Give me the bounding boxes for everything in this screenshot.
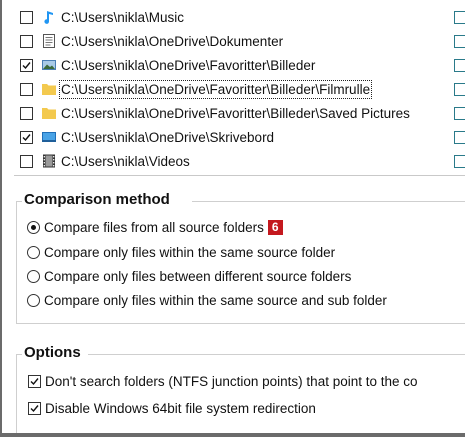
folder-row[interactable]: C:\Users\nikla\OneDrive\Favoritter\Bille… bbox=[14, 78, 465, 101]
comparison-method-title: Comparison method bbox=[24, 191, 174, 209]
subfolder-checkbox[interactable] bbox=[454, 59, 465, 72]
folder-row[interactable]: C:\Users\nikla\OneDrive\Dokumenter bbox=[14, 30, 465, 53]
subfolder-checkbox[interactable] bbox=[454, 35, 465, 48]
radio-button[interactable] bbox=[27, 270, 40, 283]
folder-checkbox[interactable] bbox=[20, 131, 33, 144]
group-border bbox=[88, 354, 465, 355]
folder-row[interactable]: C:\Users\nikla\OneDrive\Skrivebord bbox=[14, 126, 465, 149]
folder-checkbox[interactable] bbox=[20, 11, 33, 24]
folder-path: C:\Users\nikla\Videos bbox=[61, 154, 190, 169]
options-title: Options bbox=[24, 344, 85, 362]
group-border bbox=[192, 201, 465, 202]
folder-checkbox[interactable] bbox=[20, 59, 33, 72]
folder-icon bbox=[42, 84, 56, 95]
music-note-icon bbox=[44, 11, 53, 24]
list-border bbox=[14, 175, 465, 176]
step-badge: 6 bbox=[267, 220, 283, 235]
option-checkbox[interactable] bbox=[28, 375, 41, 388]
radio-button[interactable] bbox=[27, 294, 40, 307]
document-folder-icon bbox=[43, 34, 55, 48]
option-checkbox[interactable] bbox=[28, 402, 41, 415]
folder-row[interactable]: C:\Users\nikla\Videos bbox=[14, 150, 465, 173]
desktop-folder-icon bbox=[42, 132, 56, 142]
radio-label: Compare only files within the same sourc… bbox=[44, 245, 336, 260]
folder-row[interactable]: C:\Users\nikla\OneDrive\Favoritter\Bille… bbox=[14, 102, 465, 125]
folder-path: C:\Users\nikla\OneDrive\Favoritter\Bille… bbox=[58, 80, 373, 99]
subfolder-checkbox[interactable] bbox=[454, 155, 465, 168]
folder-checkbox[interactable] bbox=[20, 155, 33, 168]
subfolder-checkbox[interactable] bbox=[454, 11, 465, 24]
folder-path: C:\Users\nikla\OneDrive\Dokumenter bbox=[61, 34, 284, 49]
folder-checkbox[interactable] bbox=[20, 83, 33, 96]
radio-button[interactable] bbox=[27, 221, 40, 234]
window-bottom-border bbox=[0, 433, 465, 437]
radio-label: Compare files from all source folders bbox=[44, 220, 264, 235]
folder-checkbox[interactable] bbox=[20, 35, 33, 48]
folder-path: C:\Users\nikla\OneDrive\Favoritter\Bille… bbox=[61, 58, 316, 73]
subfolder-checkbox[interactable] bbox=[454, 107, 465, 120]
folder-row[interactable]: C:\Users\nikla\OneDrive\Favoritter\Bille… bbox=[14, 54, 465, 77]
folder-checkbox[interactable] bbox=[20, 107, 33, 120]
radio-label: Compare only files between different sou… bbox=[44, 269, 352, 284]
group-border bbox=[16, 354, 17, 433]
group-border bbox=[16, 323, 465, 324]
subfolder-checkbox[interactable] bbox=[454, 131, 465, 144]
folder-path: C:\Users\nikla\OneDrive\Favoritter\Bille… bbox=[61, 106, 410, 121]
group-border bbox=[16, 201, 17, 323]
pictures-folder-icon bbox=[42, 60, 56, 70]
folder-path: C:\Users\nikla\Music bbox=[61, 10, 185, 25]
radio-button[interactable] bbox=[27, 246, 40, 259]
radio-label: Compare only files within the same sourc… bbox=[44, 293, 387, 308]
folder-row[interactable]: C:\Users\nikla\Music bbox=[14, 6, 465, 29]
option-label: Don't search folders (NTFS junction poin… bbox=[45, 374, 418, 389]
window-left-border bbox=[0, 0, 2, 437]
source-folder-list[interactable]: C:\Users\nikla\Music C:\Users\nikla\OneD… bbox=[14, 0, 465, 176]
folder-path: C:\Users\nikla\OneDrive\Skrivebord bbox=[61, 130, 275, 145]
folder-icon bbox=[42, 108, 56, 119]
video-folder-icon bbox=[43, 154, 55, 168]
option-label: Disable Windows 64bit file system redire… bbox=[45, 401, 316, 416]
subfolder-checkbox[interactable] bbox=[454, 83, 465, 96]
